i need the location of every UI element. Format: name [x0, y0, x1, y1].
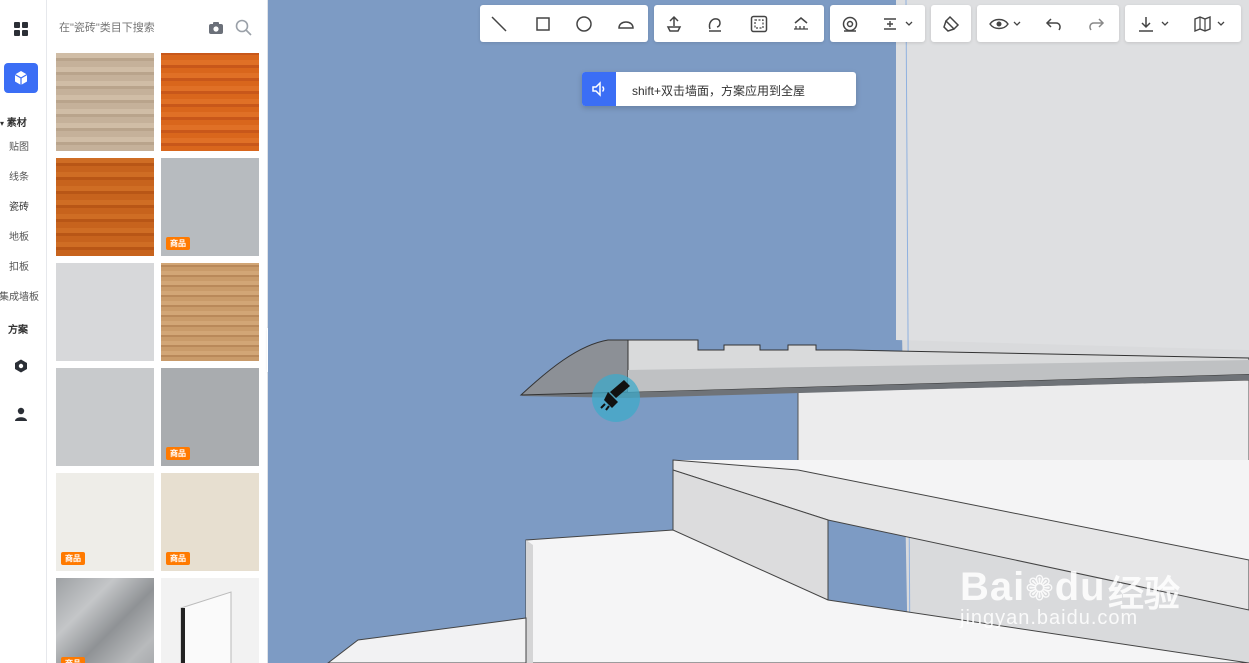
- toolbar-edit-group: [654, 5, 824, 42]
- product-badge: 商品: [166, 237, 190, 250]
- toolbar-measure-group: [830, 5, 925, 42]
- measure-icon[interactable]: [839, 13, 861, 35]
- skirting-board-icon: [180, 591, 232, 663]
- tip-text: shift+双击墙面，方案应用到全屋: [632, 84, 806, 98]
- thumbnail-gray-texture[interactable]: 商品: [161, 158, 259, 256]
- material-panel: 商品 商品 商品 商品 商品: [47, 0, 268, 663]
- product-badge: 商品: [61, 552, 85, 565]
- watermark-brand: Bai: [960, 565, 1026, 609]
- thumbnail-cherry-wood-texture[interactable]: [56, 158, 154, 256]
- line-icon[interactable]: [488, 13, 510, 35]
- rotate-icon[interactable]: [704, 13, 726, 35]
- watermark-url: jingyan.baidu.com: [960, 607, 1139, 629]
- product-badge: 商品: [166, 447, 190, 460]
- search-input[interactable]: [55, 16, 213, 40]
- camera-search-icon[interactable]: [209, 21, 223, 39]
- thumbnail-beige-texture[interactable]: 商品: [161, 473, 259, 571]
- category-item-floor[interactable]: 地板: [0, 228, 42, 243]
- search-icon[interactable]: [235, 19, 252, 41]
- align-dropdown-icon[interactable]: [880, 13, 918, 35]
- search-bar: [55, 16, 259, 42]
- left-rail: ▾ 素材 贴图 线条 瓷砖 地板 扣板 集成墙板 方案: [0, 0, 47, 663]
- category-item-wall-panel[interactable]: 集成墙板: [0, 288, 42, 303]
- apps-grid-icon[interactable]: [4, 14, 38, 44]
- category-item-ceiling-panel[interactable]: 扣板: [0, 258, 42, 273]
- roof-icon[interactable]: [790, 13, 812, 35]
- thumbnail-light-gray-texture[interactable]: [56, 263, 154, 361]
- category-item-tiles[interactable]: 瓷砖: [0, 198, 42, 213]
- toolbar-view-group: [977, 5, 1119, 42]
- baidu-jingyan-watermark: Bai❁du 经验 jingyan.baidu.com: [960, 535, 1190, 635]
- thumbnail-skirting-board-model[interactable]: [161, 578, 259, 663]
- arc-icon[interactable]: [615, 13, 637, 35]
- paint-brush-icon[interactable]: [940, 13, 962, 35]
- material-cube-icon[interactable]: [4, 63, 38, 93]
- user-icon[interactable]: [4, 399, 38, 429]
- toolbar-paint-group: [931, 5, 971, 42]
- toolbar-draw-group: [480, 5, 648, 42]
- thumbnail-medium-gray-texture[interactable]: 商品: [161, 368, 259, 466]
- thumbnail-silver-gray-texture[interactable]: [56, 368, 154, 466]
- category-header-label: 素材: [6, 118, 27, 129]
- offset-icon[interactable]: [748, 13, 770, 35]
- product-badge: 商品: [61, 657, 85, 663]
- category-header[interactable]: ▾ 素材: [0, 114, 27, 129]
- redo-icon[interactable]: [1085, 13, 1107, 35]
- category-item-lines[interactable]: 线条: [0, 168, 42, 183]
- model-hexagon-icon[interactable]: [4, 351, 38, 381]
- tip-banner: shift+双击墙面，方案应用到全屋: [582, 72, 856, 106]
- map-dropdown-icon[interactable]: [1191, 13, 1229, 35]
- thumbnail-light-wood-texture[interactable]: [56, 53, 154, 151]
- product-badge: 商品: [166, 552, 190, 565]
- thumbnail-gray-marble-texture[interactable]: 商品: [56, 578, 154, 663]
- speaker-icon: [582, 72, 616, 106]
- right-wall-upper: [896, 0, 1249, 350]
- toolbar-export-group: [1125, 5, 1241, 42]
- watermark-brand-2: du: [1054, 565, 1106, 609]
- download-dropdown-icon[interactable]: [1135, 13, 1173, 35]
- step-side-2: [526, 540, 533, 663]
- circle-icon[interactable]: [573, 13, 595, 35]
- scheme-label[interactable]: 方案: [8, 321, 28, 336]
- rectangle-icon[interactable]: [532, 13, 554, 35]
- category-item-stickers[interactable]: 贴图: [0, 138, 42, 153]
- push-pull-icon[interactable]: [663, 13, 685, 35]
- paw-icon: ❁: [1025, 570, 1055, 608]
- thumbnail-orange-wood-texture[interactable]: [161, 53, 259, 151]
- thumbnail-off-white-texture[interactable]: 商品: [56, 473, 154, 571]
- view-dropdown-icon[interactable]: [987, 13, 1025, 35]
- thumbnail-oak-texture[interactable]: [161, 263, 259, 361]
- undo-icon[interactable]: [1043, 13, 1065, 35]
